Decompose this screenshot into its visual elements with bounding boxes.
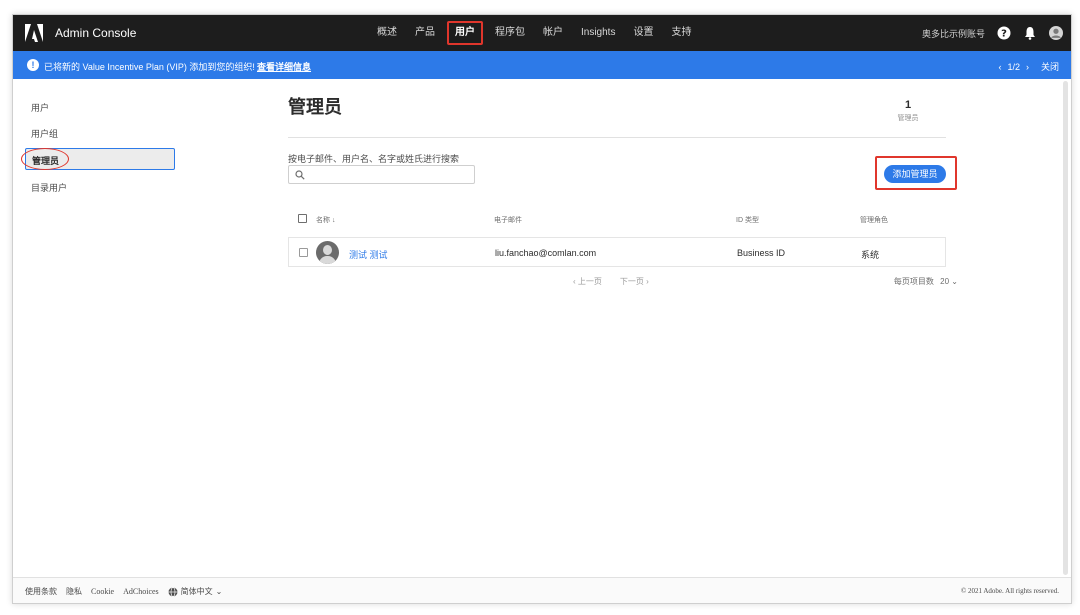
nav-support[interactable]: 支持 xyxy=(662,22,700,44)
user-avatar-icon[interactable] xyxy=(1049,26,1063,40)
nav-overview[interactable]: 概述 xyxy=(368,22,406,44)
app-window: Admin Console 概述 产品 用户 程序包 帐户 Insights 设… xyxy=(12,14,1072,604)
chevron-down-icon: ⌄ xyxy=(951,277,958,286)
user-id-type: Business ID xyxy=(737,248,786,258)
adobe-logo-icon xyxy=(25,24,43,42)
app-title[interactable]: Admin Console xyxy=(55,26,136,40)
footer-link-terms[interactable]: 使用条款 xyxy=(25,586,57,597)
banner-next-icon[interactable]: › xyxy=(1026,62,1029,72)
notification-banner: ! 已将新的 Value Incentive Plan (VIP) 添加到您的组… xyxy=(13,51,1071,79)
language-label: 简体中文 xyxy=(180,587,213,596)
nav-packages[interactable]: 程序包 xyxy=(486,22,534,44)
add-admin-highlight: 添加管理员 xyxy=(875,156,957,190)
row-checkbox[interactable] xyxy=(299,248,308,257)
pagination: ‹ 上一页 下一页 › xyxy=(573,276,649,287)
column-id-type: ID 类型 xyxy=(736,217,759,224)
nav-products[interactable]: 产品 xyxy=(406,22,444,44)
add-admin-button[interactable]: 添加管理员 xyxy=(884,165,946,183)
nav-insights[interactable]: Insights xyxy=(572,22,624,44)
items-per-page-value: 20 xyxy=(940,277,950,286)
column-name-label: 名称 xyxy=(316,217,330,224)
search-label: 按电子邮件、用户名、名字或姓氏进行搜索 xyxy=(288,154,460,164)
banner-prev-icon[interactable]: ‹ xyxy=(998,62,1001,72)
help-icon[interactable]: ? xyxy=(997,26,1011,40)
sort-arrow-icon: ↓ xyxy=(331,217,336,224)
banner-message: 已将新的 Value Incentive Plan (VIP) 添加到您的组织! xyxy=(44,62,255,72)
sidebar-item-directory-users[interactable]: 目录用户 xyxy=(31,181,67,194)
sidebar-item-users[interactable]: 用户 xyxy=(31,101,49,114)
globe-icon xyxy=(168,586,178,597)
banner-close-button[interactable]: 关闭 xyxy=(1041,60,1059,73)
search-icon xyxy=(295,170,305,180)
avatar xyxy=(316,241,339,264)
footer: 使用条款 隐私 Cookie AdChoices 简体中文 ⌄ © 2021 A… xyxy=(13,577,1071,603)
admin-count-label: 管理员 xyxy=(897,115,919,122)
nav-users[interactable]: 用户 xyxy=(447,21,483,45)
banner-controls: ‹ 1/2 › 关闭 xyxy=(998,60,1059,73)
table-row[interactable]: 测试 测试 liu.fanchao@comlan.com Business ID… xyxy=(288,237,946,267)
info-icon: ! xyxy=(27,59,39,71)
banner-details-link[interactable]: 查看详细信息 xyxy=(257,60,311,73)
search-input[interactable] xyxy=(288,165,475,184)
nav-settings[interactable]: 设置 xyxy=(624,22,662,44)
user-email: liu.fanchao@comlan.com xyxy=(495,248,597,258)
next-page-button[interactable]: 下一页 › xyxy=(620,276,649,287)
admin-count: 1 xyxy=(904,99,912,111)
user-name-link[interactable]: 测试 测试 xyxy=(349,248,388,261)
column-email: 电子邮件 xyxy=(494,217,522,224)
copyright: © 2021 Adobe. All rights reserved. xyxy=(960,587,1059,595)
org-switcher[interactable]: 奥多比示例账号 xyxy=(922,27,985,40)
bell-icon[interactable] xyxy=(1023,26,1037,40)
main-nav: 概述 产品 用户 程序包 帐户 Insights 设置 支持 xyxy=(368,15,700,51)
column-admin-role: 管理角色 xyxy=(860,217,888,224)
items-per-page[interactable]: 每页项目数 20 ⌄ xyxy=(894,276,958,287)
prev-page-button[interactable]: ‹ 上一页 xyxy=(573,276,602,287)
column-name[interactable]: 名称 ↓ xyxy=(316,215,335,225)
footer-link-adchoices[interactable]: AdChoices xyxy=(123,587,159,596)
page-title: 管理员 xyxy=(288,97,342,117)
language-selector[interactable]: 简体中文 ⌄ xyxy=(168,586,223,597)
table-header: 名称 ↓ 电子邮件 ID 类型 管理角色 xyxy=(288,211,946,227)
footer-link-privacy[interactable]: 隐私 xyxy=(66,586,82,597)
scrollbar[interactable] xyxy=(1063,81,1068,575)
user-role: 系统 xyxy=(861,250,880,260)
nav-account[interactable]: 帐户 xyxy=(534,22,572,44)
top-navigation-bar: Admin Console 概述 产品 用户 程序包 帐户 Insights 设… xyxy=(13,15,1071,51)
divider xyxy=(288,137,946,138)
highlight-circle xyxy=(21,148,69,170)
banner-pager: 1/2 xyxy=(1007,61,1020,72)
sidebar-item-user-groups[interactable]: 用户组 xyxy=(31,127,58,140)
footer-link-cookie[interactable]: Cookie xyxy=(91,587,114,596)
footer-links: 使用条款 隐私 Cookie AdChoices 简体中文 ⌄ xyxy=(25,586,222,597)
items-per-page-label: 每页项目数 xyxy=(893,277,934,286)
select-all-checkbox[interactable] xyxy=(298,214,307,223)
svg-text:?: ? xyxy=(1001,29,1007,40)
header-actions: 奥多比示例账号 ? xyxy=(922,15,1063,51)
chevron-down-icon: ⌄ xyxy=(215,587,223,596)
